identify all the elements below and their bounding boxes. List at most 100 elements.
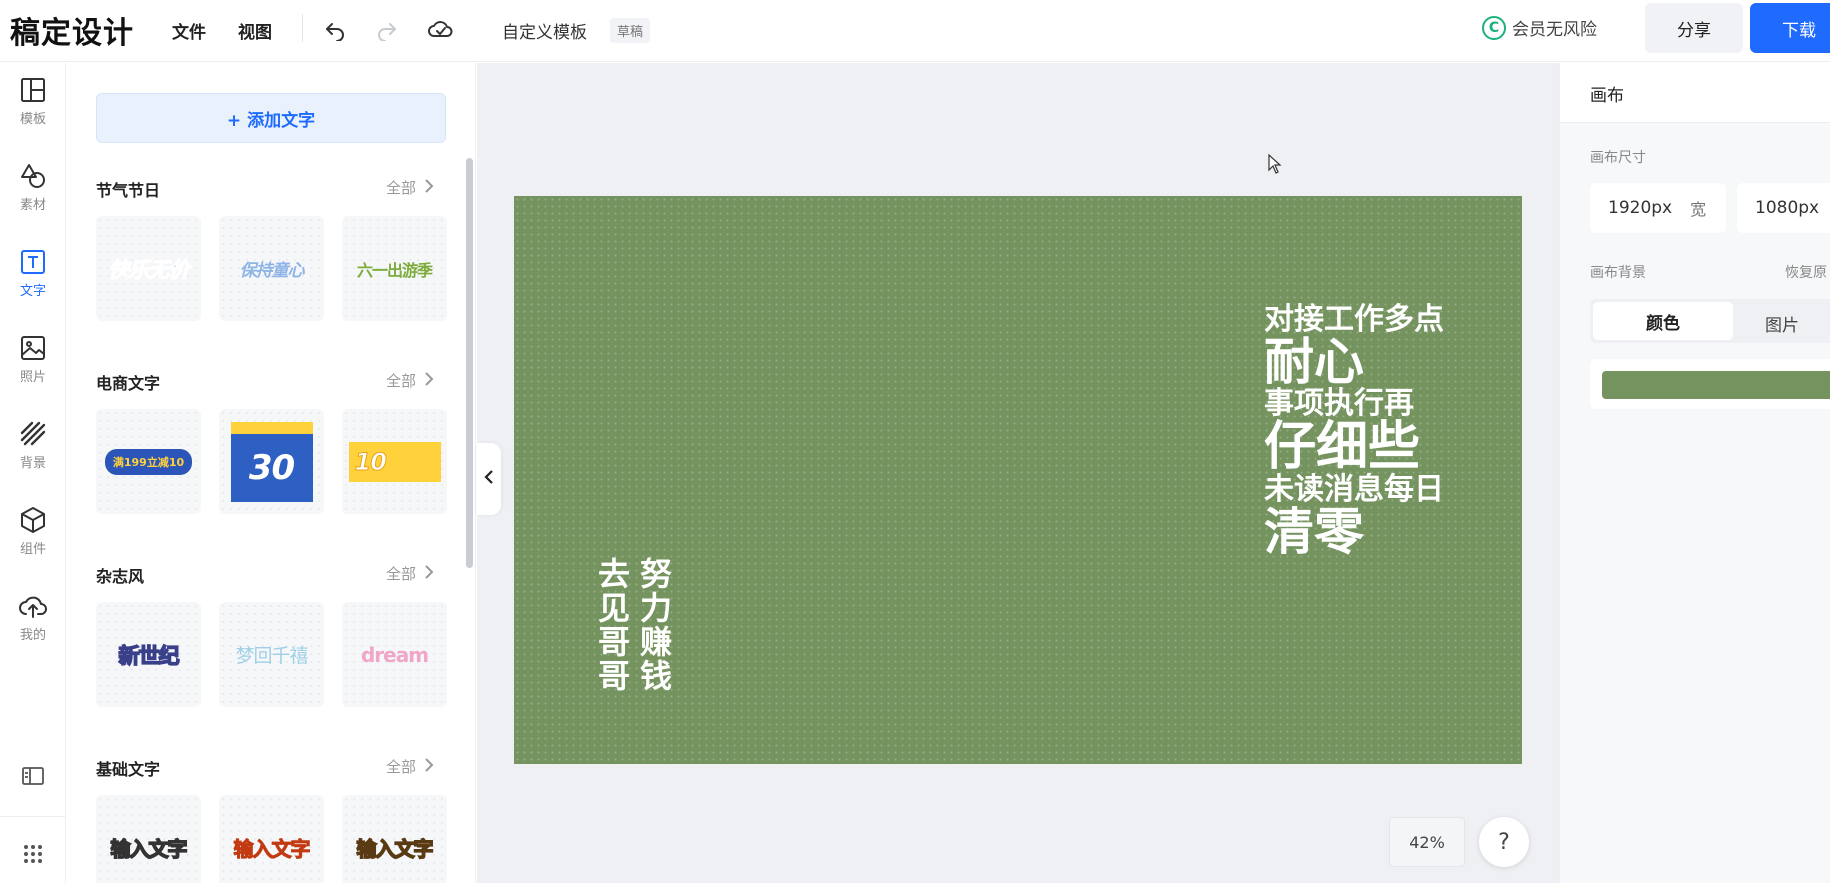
chevron-left-icon <box>484 469 494 489</box>
add-text-button[interactable]: + 添加文字 <box>96 93 446 143</box>
text-style-thumb[interactable]: 满199立减10 <box>96 409 201 514</box>
mouse-cursor-icon <box>1268 153 1282 178</box>
canvas-text-line: 清零 <box>1264 502 1364 561</box>
text-style-thumb[interactable]: 输入文字 <box>219 795 324 883</box>
canvas-char: 钱 <box>640 656 673 695</box>
nav-label: 我的 <box>19 628 46 643</box>
nav-item-material[interactable]: 素材 <box>0 161 66 233</box>
more-label: 全部 <box>386 565 417 583</box>
text-style-thumb[interactable]: 输入文字 <box>342 795 447 883</box>
panel-toggle-button[interactable] <box>0 761 66 801</box>
bg-type-switch: 颜色 图片 <box>1590 299 1830 343</box>
canvas-height-input[interactable]: 1080px <box>1737 183 1830 233</box>
member-text: 会员无风险 <box>1512 20 1597 40</box>
section-more-festival[interactable]: 全部 <box>386 177 434 198</box>
canvas-char: 哥 <box>598 622 631 661</box>
help-button[interactable]: ? <box>1479 817 1529 867</box>
chevron-right-icon <box>424 178 434 197</box>
cloud-save-icon[interactable] <box>426 14 456 44</box>
nav-label: 模板 <box>19 112 46 127</box>
text-style-thumb[interactable]: 快乐无价 <box>96 216 201 321</box>
canvas-bg-label: 画布背景 <box>1590 265 1646 281</box>
nav-label: 素材 <box>19 198 46 213</box>
canvas-workspace: 对接工作多点 耐心 事项执行再 仔细些 未读消息每日 清零 去 见 哥 哥 努 … <box>477 63 1559 883</box>
collapse-panel-button[interactable] <box>477 443 501 515</box>
text-style-thumb[interactable]: 10 <box>342 409 447 514</box>
nav-label: 照片 <box>19 370 46 385</box>
section-more-basic[interactable]: 全部 <box>386 756 434 777</box>
design-canvas[interactable]: 对接工作多点 耐心 事项执行再 仔细些 未读消息每日 清零 去 见 哥 哥 努 … <box>514 196 1522 764</box>
top-bar: 稿定设计 文件 视图 自定义模板 草稿 C 会员无风险 分享 下载 <box>0 0 1830 62</box>
text-style-thumb[interactable]: 30 <box>219 409 324 514</box>
section-title-basic: 基础文字 <box>96 760 161 779</box>
nav-item-template[interactable]: 模板 <box>0 75 66 147</box>
canvas-char: 赚 <box>640 622 673 661</box>
more-apps-button[interactable] <box>0 839 66 879</box>
text-style-thumb[interactable]: 新世纪 <box>96 602 201 707</box>
chevron-right-icon <box>424 757 434 776</box>
text-icon <box>18 247 48 277</box>
text-style-thumb[interactable]: dream <box>342 602 447 707</box>
tab-image[interactable]: 图片 <box>1765 311 1799 336</box>
zoom-level[interactable]: 42% <box>1389 817 1465 867</box>
menu-view[interactable]: 视图 <box>238 18 272 43</box>
text-style-thumb[interactable]: 六一出游季 <box>342 216 447 321</box>
canvas-text-line: 仔细些 <box>1264 416 1421 477</box>
section-title-festival: 节气节日 <box>96 181 161 200</box>
cloud-upload-icon <box>18 591 48 621</box>
canvas-text-block-right[interactable]: 对接工作多点 耐心 事项执行再 仔细些 未读消息每日 清零 <box>1264 304 1444 558</box>
nav-item-background[interactable]: 背景 <box>0 419 66 491</box>
properties-panel: 画布 画布尺寸 1920px 宽 1080px 画布背景 恢复原 颜色 图片 <box>1559 63 1830 883</box>
nav-divider <box>0 816 66 817</box>
section-more-magazine[interactable]: 全部 <box>386 563 434 584</box>
copyright-icon: C <box>1482 15 1506 40</box>
vertical-text-column: 去 见 哥 哥 <box>598 555 631 695</box>
canvas-char: 哥 <box>598 656 631 695</box>
height-value: 1080px <box>1755 198 1820 218</box>
nav-item-component[interactable]: 组件 <box>0 505 66 577</box>
canvas-text-block-left[interactable]: 去 见 哥 哥 努 力 赚 钱 <box>598 555 673 695</box>
canvas-char: 力 <box>640 588 673 627</box>
undo-icon[interactable] <box>320 14 350 44</box>
bg-color-picker[interactable] <box>1590 359 1830 409</box>
text-style-thumb[interactable]: 梦回千禧 <box>219 602 324 707</box>
properties-title: 画布 <box>1590 86 1624 106</box>
text-style-thumb[interactable]: 保持童心 <box>219 216 324 321</box>
canvas-text-line: 未读消息每日 <box>1264 472 1444 508</box>
canvas-char: 努 <box>640 555 673 593</box>
more-label: 全部 <box>386 179 417 197</box>
nav-item-text[interactable]: 文字 <box>0 247 66 319</box>
cube-icon <box>18 505 48 535</box>
section-title-magazine: 杂志风 <box>96 567 145 586</box>
download-button[interactable]: 下载 <box>1750 3 1830 53</box>
chevron-right-icon <box>424 371 434 390</box>
restore-default-link[interactable]: 恢复原 <box>1785 262 1827 282</box>
sidebar-toggle-icon <box>18 761 48 791</box>
text-panel: + 添加文字 节气节日 全部 快乐无价 保持童心 六一出游季 电商文字 全部 满… <box>66 63 476 883</box>
nav-item-photo[interactable]: 照片 <box>0 333 66 405</box>
left-nav: 模板 素材 文字 照片 背景 组件 我的 <box>0 63 66 883</box>
member-guarantee[interactable]: C 会员无风险 <box>1482 15 1597 40</box>
panel-scrollbar[interactable] <box>466 158 473 568</box>
template-name[interactable]: 自定义模板 <box>502 18 587 43</box>
text-style-thumb[interactable]: 输入文字 <box>96 795 201 883</box>
tab-color[interactable]: 颜色 <box>1593 302 1733 340</box>
nav-label: 背景 <box>19 456 46 471</box>
redo-icon[interactable] <box>372 14 402 44</box>
canvas-text-line: 事项执行再 <box>1264 386 1414 421</box>
properties-header: 画布 <box>1560 63 1830 123</box>
section-more-ecommerce[interactable]: 全部 <box>386 370 434 391</box>
grid-dots-icon <box>18 839 48 869</box>
share-button[interactable]: 分享 <box>1645 3 1743 53</box>
bg-color-swatch[interactable] <box>1602 371 1830 399</box>
toolbar-divider <box>302 14 303 42</box>
menu-file[interactable]: 文件 <box>172 18 206 43</box>
nav-label: 文字 <box>19 284 46 299</box>
nav-item-mine[interactable]: 我的 <box>0 591 66 663</box>
canvas-width-input[interactable]: 1920px 宽 <box>1590 183 1726 233</box>
draft-badge: 草稿 <box>610 18 651 43</box>
canvas-char: 见 <box>598 588 631 627</box>
app-logo[interactable]: 稿定设计 <box>10 8 134 52</box>
canvas-char: 去 <box>598 555 631 593</box>
layout-icon <box>18 75 48 105</box>
